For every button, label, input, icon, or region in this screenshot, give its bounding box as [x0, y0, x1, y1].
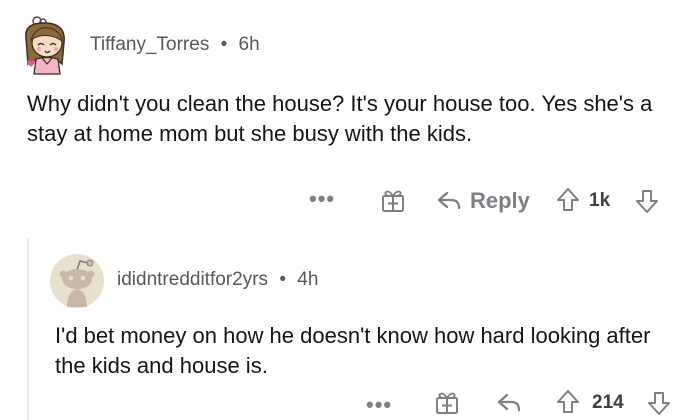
award-button[interactable]: [434, 390, 460, 416]
user-avatar[interactable]: [16, 14, 76, 76]
username[interactable]: Tiffany_Torres: [90, 34, 209, 55]
gift-icon: [436, 392, 458, 414]
reply-label: Reply: [470, 188, 530, 213]
upvote-button[interactable]: [556, 389, 580, 415]
downvote-arrow-icon: [636, 190, 658, 213]
gift-icon: [382, 190, 404, 212]
more-options-icon: •••: [309, 186, 336, 211]
upvote-arrow-icon: [557, 390, 579, 413]
snoo-avatar-default-icon: [50, 254, 104, 308]
downvote-arrow-icon: [648, 392, 670, 415]
vote-score: 214: [592, 392, 624, 414]
score-value: 1k: [589, 190, 611, 211]
comment-action-bar: ••• 214: [0, 386, 700, 420]
more-options-icon: •••: [366, 392, 393, 417]
comment-action-bar: ••• Reply 1k: [0, 180, 700, 222]
reply-button[interactable]: Reply: [436, 188, 530, 214]
award-button[interactable]: [380, 188, 406, 214]
comment-reply: ididntredditfor2yrs • 4h I'd bet money o…: [0, 238, 700, 420]
timestamp[interactable]: 4h: [297, 269, 318, 290]
meta-separator: •: [220, 34, 228, 55]
more-options-button[interactable]: •••: [309, 186, 336, 211]
downvote-button[interactable]: [647, 390, 671, 416]
timestamp[interactable]: 6h: [239, 34, 260, 55]
user-avatar[interactable]: [49, 253, 105, 309]
vote-score: 1k: [589, 190, 610, 212]
downvote-button[interactable]: [635, 188, 659, 214]
comment-meta: Tiffany_Torres • 6h: [90, 34, 260, 56]
reply-arrow-icon: [437, 191, 461, 210]
reply-arrow-icon: [497, 393, 521, 412]
comment-text: Why didn't you clean the house? It's you…: [27, 91, 653, 146]
upvote-arrow-icon: [557, 188, 579, 211]
username[interactable]: ididntredditfor2yrs: [117, 269, 268, 290]
snoo-avatar-girl-icon: [25, 16, 65, 75]
comment-text: I'd bet money on how he doesn't know how…: [55, 323, 651, 378]
meta-separator: •: [279, 269, 286, 290]
more-options-button[interactable]: •••: [366, 392, 393, 417]
comment-meta: ididntredditfor2yrs • 4h: [117, 269, 318, 291]
comment-top: Tiffany_Torres • 6h Why didn't you clean…: [0, 0, 700, 238]
score-value: 214: [592, 392, 624, 413]
upvote-button[interactable]: [556, 187, 580, 213]
reply-button[interactable]: [496, 391, 522, 415]
